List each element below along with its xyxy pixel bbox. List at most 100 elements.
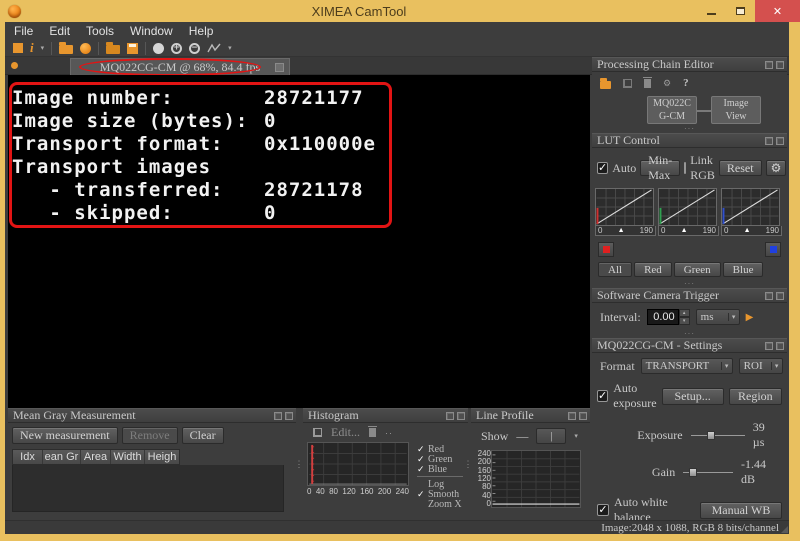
minmax-button[interactable]: Min-Max [640, 160, 680, 176]
splitter-handle[interactable]: ··· [592, 281, 787, 288]
lut-graph-green[interactable]: 0▲190 [658, 188, 719, 236]
column-header[interactable]: Heigh [145, 450, 179, 464]
orientation-dropdown[interactable]: | [536, 428, 566, 444]
frame-icon[interactable] [623, 79, 632, 88]
menu-window[interactable]: Window [130, 24, 173, 38]
close-panel-icon[interactable] [579, 412, 587, 420]
roi-dropdown[interactable]: ROI ▾ [739, 358, 783, 374]
reset-lut-button[interactable]: Reset [719, 160, 762, 176]
close-panel-icon[interactable] [457, 412, 465, 420]
resize-grip[interactable] [781, 526, 788, 533]
interval-spinbox[interactable]: 0.00 ▴▾ [647, 309, 690, 325]
lut-marker-icon[interactable]: ▲ [744, 227, 751, 234]
white-point-button[interactable] [765, 242, 781, 257]
splitter-handle[interactable]: ··· [592, 331, 787, 338]
float-icon[interactable] [765, 342, 773, 350]
column-header[interactable]: Width [111, 450, 145, 464]
trigger-play-icon[interactable]: ▶ [746, 312, 754, 323]
minimize-button[interactable] [697, 0, 726, 22]
option-log[interactable]: Log [417, 479, 463, 489]
menu-edit[interactable]: Edit [49, 24, 70, 38]
zoom-out-icon[interactable]: − [189, 43, 200, 54]
more-options-icon[interactable]: ·· [385, 428, 393, 438]
format-dropdown[interactable]: TRANSPORT ▾ [641, 358, 733, 374]
gear-icon[interactable]: ⚙ [663, 78, 671, 89]
panel-header-mean-gray[interactable]: Mean Gray Measurement [8, 408, 296, 423]
close-panel-icon[interactable] [776, 342, 784, 350]
manual-wb-button[interactable]: Manual WB [700, 502, 782, 519]
curve-icon[interactable] [207, 43, 221, 53]
exposure-setup-button[interactable]: Setup... [662, 388, 724, 405]
histogram-chart[interactable]: 0 40 80 120 160 200 240 [307, 442, 409, 509]
select-region-icon[interactable] [313, 428, 322, 437]
lut-graph-blue[interactable]: 0▲190 [721, 188, 782, 236]
option-smooth[interactable]: ✓Smooth [417, 489, 463, 499]
node-camera[interactable]: MQ022C G-CM [647, 96, 697, 124]
spin-up-icon[interactable]: ▴ [679, 309, 690, 317]
close-panel-icon[interactable] [776, 137, 784, 145]
trash-icon[interactable] [644, 79, 651, 88]
channel-green-button[interactable]: Green [674, 262, 721, 277]
edit-button[interactable]: Edit... [331, 425, 360, 440]
panel-header-processing-chain[interactable]: Processing Chain Editor [592, 57, 787, 72]
exposure-slider[interactable] [691, 431, 745, 440]
node-image-view[interactable]: Image View [711, 96, 761, 124]
slider-handle[interactable] [707, 431, 715, 440]
info-icon[interactable]: i [30, 40, 34, 56]
device-icon[interactable] [13, 43, 23, 53]
auto-lut-checkbox[interactable]: ✓ [597, 162, 608, 174]
clear-measurements-button[interactable]: Clear [182, 427, 224, 444]
menu-tools[interactable]: Tools [86, 24, 114, 38]
line-profile-chart[interactable]: 240 200 160 120 80 40 0 [473, 450, 590, 508]
spin-down-icon[interactable]: ▾ [679, 317, 690, 325]
exposure-region-button[interactable]: Region [729, 388, 782, 405]
float-icon[interactable] [765, 137, 773, 145]
add-node-icon[interactable] [600, 81, 611, 89]
help-icon[interactable]: ? [683, 77, 689, 89]
channel-red-button[interactable]: Red [634, 262, 672, 277]
save-icon[interactable] [127, 43, 138, 54]
horizontal-line-icon[interactable]: — [516, 429, 528, 444]
zoom-in-icon[interactable]: + [171, 43, 182, 54]
image-view[interactable]: Image number:28721177 Image size (bytes)… [8, 75, 590, 408]
close-panel-icon[interactable] [285, 412, 293, 420]
column-header[interactable]: Area [81, 450, 111, 464]
black-point-button[interactable] [598, 242, 614, 257]
lut-marker-icon[interactable]: ▲ [618, 227, 625, 234]
option-green[interactable]: ✓Green [417, 454, 463, 464]
info-dropdown-icon[interactable]: ▾ [41, 44, 45, 52]
panel-header-software-trigger[interactable]: Software Camera Trigger [592, 288, 787, 303]
menu-help[interactable]: Help [189, 24, 214, 38]
measurement-table-body[interactable] [12, 465, 284, 512]
curve-dropdown-icon[interactable]: ▾ [228, 44, 232, 52]
trash-icon[interactable] [369, 428, 376, 437]
lut-marker-icon[interactable]: ▲ [681, 227, 688, 234]
menu-file[interactable]: File [14, 24, 33, 38]
float-icon[interactable] [446, 412, 454, 420]
gain-slider[interactable] [683, 468, 733, 477]
tab-camera[interactable]: MQ022CG-CM @ 68%, 84.4 fps [70, 58, 290, 75]
load-sequence-icon[interactable] [106, 45, 120, 54]
panel-header-lut[interactable]: LUT Control [592, 133, 787, 148]
close-panel-icon[interactable] [776, 61, 784, 69]
auto-exposure-checkbox[interactable]: ✓ [597, 390, 608, 402]
column-header[interactable]: ean Gr [43, 450, 81, 464]
option-blue[interactable]: ✓Blue [417, 464, 463, 474]
tab-detach-icon[interactable] [275, 63, 284, 72]
interval-value[interactable]: 0.00 [647, 309, 679, 325]
lut-settings-button[interactable]: ⚙ [766, 160, 787, 176]
channel-blue-button[interactable]: Blue [723, 262, 764, 277]
float-icon[interactable] [274, 412, 282, 420]
float-icon[interactable] [568, 412, 576, 420]
measurement-table[interactable]: Idx ean Gr Area Width Heigh [12, 449, 292, 512]
panel-header-settings[interactable]: MQ022CG-CM - Settings [592, 338, 787, 353]
splitter-handle[interactable]: ··· [592, 126, 787, 133]
record-icon[interactable] [80, 43, 91, 54]
channel-all-button[interactable]: All [598, 262, 632, 277]
close-panel-icon[interactable] [776, 292, 784, 300]
panel-header-histogram[interactable]: Histogram [303, 408, 468, 423]
title-bar[interactable]: XIMEA CamTool ✕ [0, 0, 800, 22]
fit-view-icon[interactable] [153, 43, 164, 54]
float-icon[interactable] [765, 61, 773, 69]
panel-header-line-profile[interactable]: Line Profile [471, 408, 590, 423]
